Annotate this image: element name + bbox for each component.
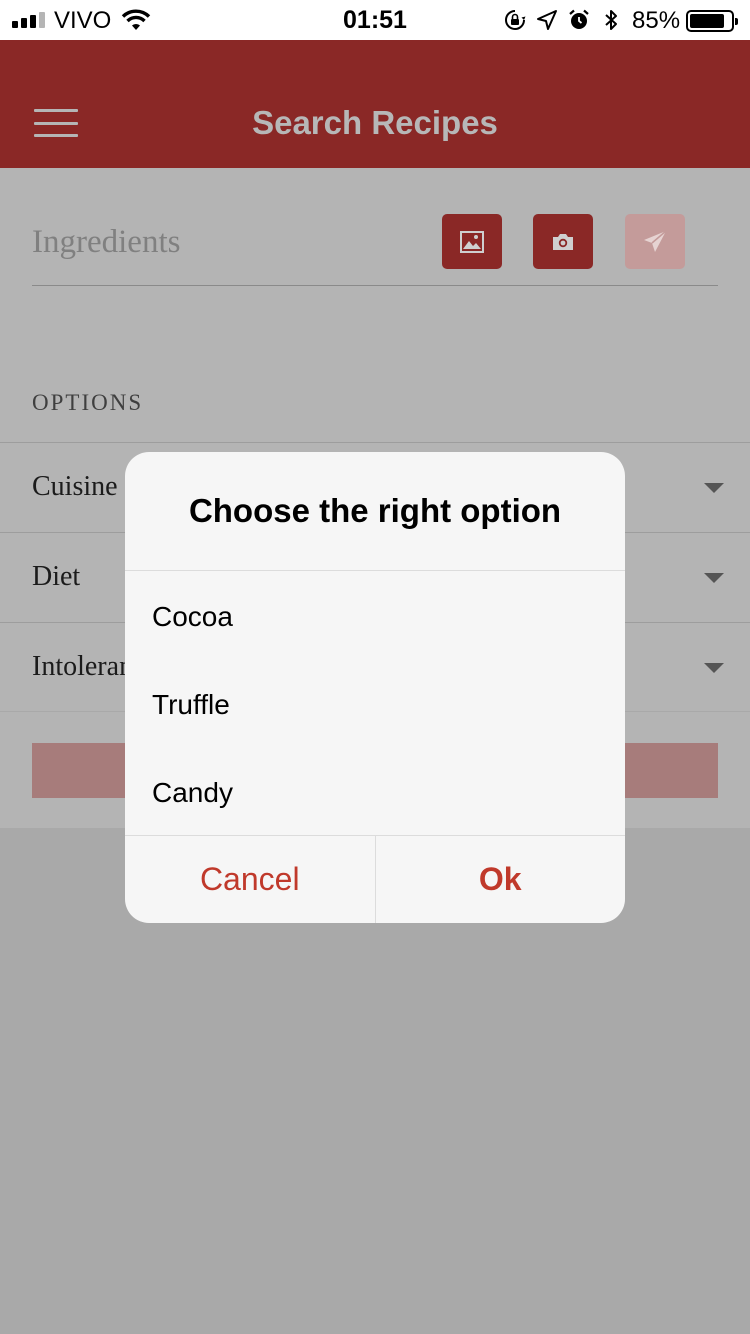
options-heading: OPTIONS xyxy=(32,390,144,415)
status-icons xyxy=(503,8,623,32)
option-label: Intoleran xyxy=(32,651,134,682)
choice-label: Truffle xyxy=(152,689,230,720)
send-paper-plane-icon xyxy=(644,229,667,252)
orientation-lock-icon xyxy=(505,10,526,30)
choice-label: Candy xyxy=(152,777,233,808)
choose-option-dialog: Choose the right option Cocoa Truffle Ca… xyxy=(125,452,625,923)
status-bar: VIVO 01:51 85% xyxy=(0,0,750,40)
chevron-down-icon xyxy=(704,483,724,493)
choice-item-truffle[interactable]: Truffle xyxy=(125,659,625,747)
send-button[interactable] xyxy=(625,214,685,269)
option-label: Cuisine xyxy=(32,471,118,502)
option-label: Diet xyxy=(32,561,81,592)
ingredients-input[interactable]: Ingredients xyxy=(32,224,180,261)
battery-percent: 85% xyxy=(632,7,681,34)
page-title: Search Recipes xyxy=(252,104,498,141)
cancel-button[interactable]: Cancel xyxy=(125,836,375,923)
dialog-title: Choose the right option xyxy=(188,492,562,529)
gallery-button[interactable] xyxy=(442,214,502,269)
choice-item-candy[interactable]: Candy xyxy=(125,747,625,835)
choice-label: Cocoa xyxy=(152,601,233,632)
camera-button[interactable] xyxy=(533,214,593,269)
chevron-down-icon xyxy=(704,573,724,583)
ok-button[interactable]: Ok xyxy=(374,836,626,923)
choice-item-cocoa[interactable]: Cocoa xyxy=(125,571,625,659)
battery-level-fill xyxy=(690,14,724,28)
ingredients-underline xyxy=(32,285,718,286)
alarm-icon xyxy=(569,9,589,29)
battery-nub xyxy=(735,18,738,25)
camera-icon xyxy=(553,233,573,250)
battery-icon xyxy=(686,10,738,32)
image-gallery-icon xyxy=(460,230,484,253)
location-arrow-icon xyxy=(537,10,557,30)
bluetooth-icon xyxy=(605,10,617,30)
chevron-down-icon xyxy=(704,663,724,673)
dialog-buttons: Cancel Ok xyxy=(125,836,625,923)
